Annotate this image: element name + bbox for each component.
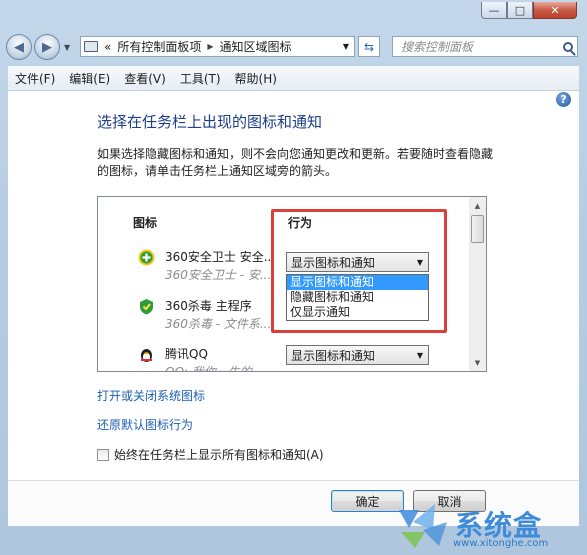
forward-button[interactable]: ▶ xyxy=(34,34,60,60)
address-bar[interactable]: « 所有控制面板项 ▶ 通知区域图标 ▼ xyxy=(80,36,355,57)
qq-penguin-icon xyxy=(141,349,152,362)
360-safe-icon xyxy=(138,249,155,266)
system-icons-link[interactable]: 打开或关闭系统图标 xyxy=(97,387,205,404)
watermark-logo: 系统盒 www.xitonghe.com xyxy=(395,500,580,552)
maximize-button[interactable]: □ xyxy=(507,2,533,19)
search-icon[interactable] xyxy=(563,41,573,52)
breadcrumb-notification-icons[interactable]: 通知区域图标 xyxy=(220,38,292,55)
always-show-option: 始终在任务栏上显示所有图标和通知(A) xyxy=(97,446,324,463)
always-show-checkbox[interactable] xyxy=(97,448,109,461)
list-item: 腾讯QQ QQ: 我你一生的... 显示图标和通知 ▼ xyxy=(98,343,470,372)
scrollbar-thumb[interactable] xyxy=(471,215,484,243)
vertical-scrollbar[interactable]: ▲ ▼ xyxy=(469,197,486,371)
scroll-down-icon[interactable]: ▼ xyxy=(469,354,486,371)
menu-bar: 文件(F) 编辑(E) 查看(V) 工具(T) 帮助(H) xyxy=(8,66,579,91)
app-name: 360杀毒 主程序 xyxy=(165,299,252,313)
always-show-label[interactable]: 始终在任务栏上显示所有图标和通知(A) xyxy=(114,446,324,463)
app-tooltip-text: 360安全卫士 - 安... xyxy=(165,268,272,282)
menu-edit[interactable]: 编辑(E) xyxy=(62,70,117,87)
menu-help[interactable]: 帮助(H) xyxy=(228,70,284,87)
menu-tools[interactable]: 工具(T) xyxy=(173,70,228,87)
refresh-icon: ⇆ xyxy=(363,39,375,54)
ok-button[interactable]: 确定 xyxy=(331,490,404,512)
watermark-url: www.xitonghe.com xyxy=(453,538,549,549)
recent-pages-dropdown-icon[interactable]: ▼ xyxy=(64,43,70,52)
address-dropdown-icon[interactable]: ▼ xyxy=(343,42,349,51)
page-description: 如果选择隐藏图标和通知，则不会向您通知更改和更新。若要随时查看隐藏的图标，请单击… xyxy=(97,147,494,178)
close-button[interactable]: ✕ xyxy=(533,2,577,19)
search-box[interactable] xyxy=(392,36,578,57)
chevron-down-icon: ▼ xyxy=(416,350,423,360)
breadcrumb-all-control-panel[interactable]: 所有控制面板项 xyxy=(117,38,201,55)
back-button[interactable]: ◀ xyxy=(6,34,32,60)
nav-buttons: ◀ ▶ ▼ xyxy=(6,34,70,60)
app-tooltip-text: QQ: 我你一生的... xyxy=(165,365,264,372)
breadcrumb-separator-icon[interactable]: ▶ xyxy=(207,42,213,51)
app-name: 360安全卫士 安全... xyxy=(165,250,276,264)
back-arrow-icon: ◀ xyxy=(14,39,24,55)
search-input[interactable] xyxy=(399,38,553,55)
restore-defaults-link[interactable]: 还原默认图标行为 xyxy=(97,416,193,433)
computer-icon xyxy=(84,41,98,52)
help-icon[interactable]: ? xyxy=(556,92,571,107)
xitonghe-logo-icon xyxy=(399,504,447,548)
caption-buttons: — □ ✕ xyxy=(481,2,577,19)
page-title: 选择在任务栏上出现的图标和通知 xyxy=(97,113,323,131)
forward-arrow-icon: ▶ xyxy=(42,39,52,55)
behavior-select[interactable]: 显示图标和通知 ▼ xyxy=(286,345,429,365)
minimize-button[interactable]: — xyxy=(481,2,507,19)
address-prefix[interactable]: « xyxy=(104,40,111,54)
column-header-icon: 图标 xyxy=(133,216,158,230)
annotation-highlight-box xyxy=(271,209,447,333)
menu-view[interactable]: 查看(V) xyxy=(117,70,173,87)
360-antivirus-icon xyxy=(140,299,153,315)
app-tooltip-text: 360杀毒 - 文件系... xyxy=(165,317,272,331)
menu-file[interactable]: 文件(F) xyxy=(8,70,62,87)
refresh-button[interactable]: ⇆ xyxy=(358,36,380,57)
app-name: 腾讯QQ xyxy=(165,347,208,361)
scroll-up-icon[interactable]: ▲ xyxy=(469,197,486,214)
behavior-select-value: 显示图标和通知 xyxy=(291,348,376,363)
